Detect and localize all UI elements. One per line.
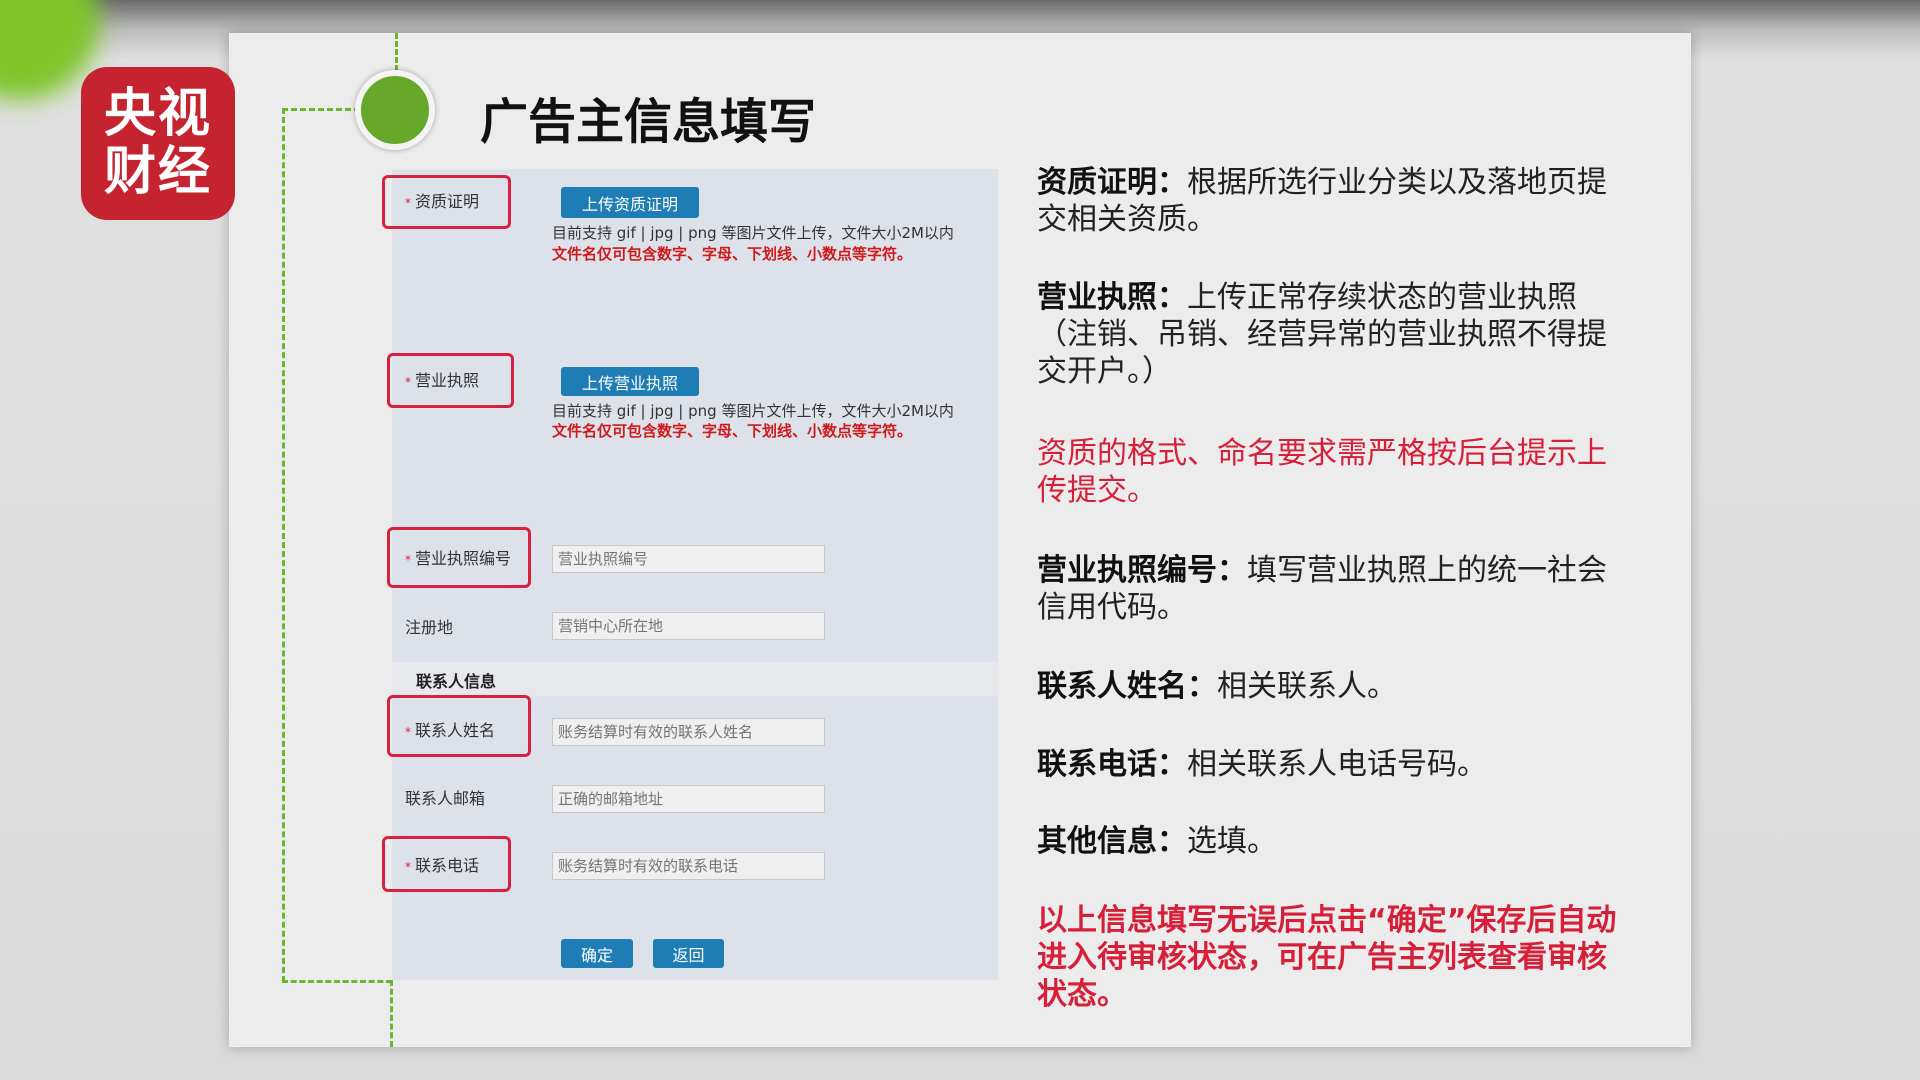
confirm-button[interactable]: 确定 xyxy=(561,939,633,968)
note-contact-name: 联系人姓名：相关联系人。 xyxy=(1037,668,1617,705)
required-mark: * xyxy=(405,553,411,567)
note-other: 其他信息：选填。 xyxy=(1037,823,1617,860)
required-mark: * xyxy=(405,860,411,874)
reg-addr-input[interactable] xyxy=(552,612,825,640)
back-button[interactable]: 返回 xyxy=(653,939,724,968)
note-contact-phone: 联系电话：相关联系人电话号码。 xyxy=(1037,746,1617,783)
contact-phone-input[interactable] xyxy=(552,852,825,880)
label-text: 营业执照 xyxy=(415,371,480,390)
upload-hint: 目前支持 gif | jpg | png 等图片文件上传，文件大小2M以内 xyxy=(552,224,954,242)
upload-qualification-button[interactable]: 上传资质证明 xyxy=(561,187,699,218)
note-license: 营业执照：上传正常存续状态的营业执照（注销、吊销、经营异常的营业执照不得提交开户… xyxy=(1037,279,1617,390)
connector-line xyxy=(390,980,393,1047)
contact-phone-label: * 联系电话 xyxy=(405,852,479,876)
reg-addr-label: 注册地 xyxy=(405,618,454,637)
connector-line xyxy=(282,108,285,982)
license-no-input[interactable] xyxy=(552,545,825,573)
logo-line2: 财经 xyxy=(103,142,212,202)
label-text: 营业执照编号 xyxy=(415,549,512,568)
note-license-no: 营业执照编号：填写营业执照上的统一社会信用代码。 xyxy=(1037,552,1617,626)
license-label: * 营业执照 xyxy=(405,367,479,391)
note-term: 营业执照编号： xyxy=(1037,553,1247,588)
note-format-warning: 资质的格式、命名要求需严格按后台提示上传提交。 xyxy=(1037,436,1607,508)
note-text: 选填。 xyxy=(1187,824,1277,859)
required-mark: * xyxy=(405,375,411,389)
required-mark: * xyxy=(405,196,411,210)
connector-line xyxy=(282,108,360,111)
note-term: 资质证明： xyxy=(1037,165,1187,200)
contact-email-label: 联系人邮箱 xyxy=(405,789,486,808)
required-mark: * xyxy=(405,725,411,739)
note-term: 其他信息： xyxy=(1037,824,1187,859)
cctv-finance-logo: 央视 财经 xyxy=(81,67,235,220)
note-term: 营业执照： xyxy=(1037,280,1187,315)
slide-title: 广告主信息填写 xyxy=(480,94,817,150)
upload-hint: 目前支持 gif | jpg | png 等图片文件上传，文件大小2M以内 xyxy=(552,402,954,420)
logo-line1: 央视 xyxy=(103,84,212,144)
contact-name-label: * 联系人姓名 xyxy=(405,717,495,741)
contact-section-heading: 联系人信息 xyxy=(416,672,497,691)
note-text: 相关联系人。 xyxy=(1217,669,1397,704)
contact-name-input[interactable] xyxy=(552,718,825,746)
connector-line xyxy=(282,980,392,983)
filename-rule: 文件名仅可包含数字、字母、下划线、小数点等字符。 xyxy=(552,245,913,263)
label-text: 联系电话 xyxy=(415,856,480,875)
label-text: 联系人姓名 xyxy=(415,721,496,740)
license-no-label: * 营业执照编号 xyxy=(405,545,511,569)
connector-line xyxy=(395,33,398,71)
note-text: 相关联系人电话号码。 xyxy=(1187,747,1487,782)
upload-license-button[interactable]: 上传营业执照 xyxy=(561,367,699,396)
green-dot-icon xyxy=(355,70,435,150)
note-confirm-instruction: 以上信息填写无误后点击“确定”保存后自动进入待审核状态，可在广告主列表查看审核状… xyxy=(1037,903,1617,1012)
note-term: 联系电话： xyxy=(1037,747,1187,782)
note-qualification: 资质证明：根据所选行业分类以及落地页提交相关资质。 xyxy=(1037,164,1617,238)
contact-email-input[interactable] xyxy=(552,785,825,813)
filename-rule: 文件名仅可包含数字、字母、下划线、小数点等字符。 xyxy=(552,422,913,440)
qualification-label: * 资质证明 xyxy=(405,188,479,212)
label-text: 资质证明 xyxy=(415,192,480,211)
note-term: 联系人姓名： xyxy=(1037,669,1217,704)
